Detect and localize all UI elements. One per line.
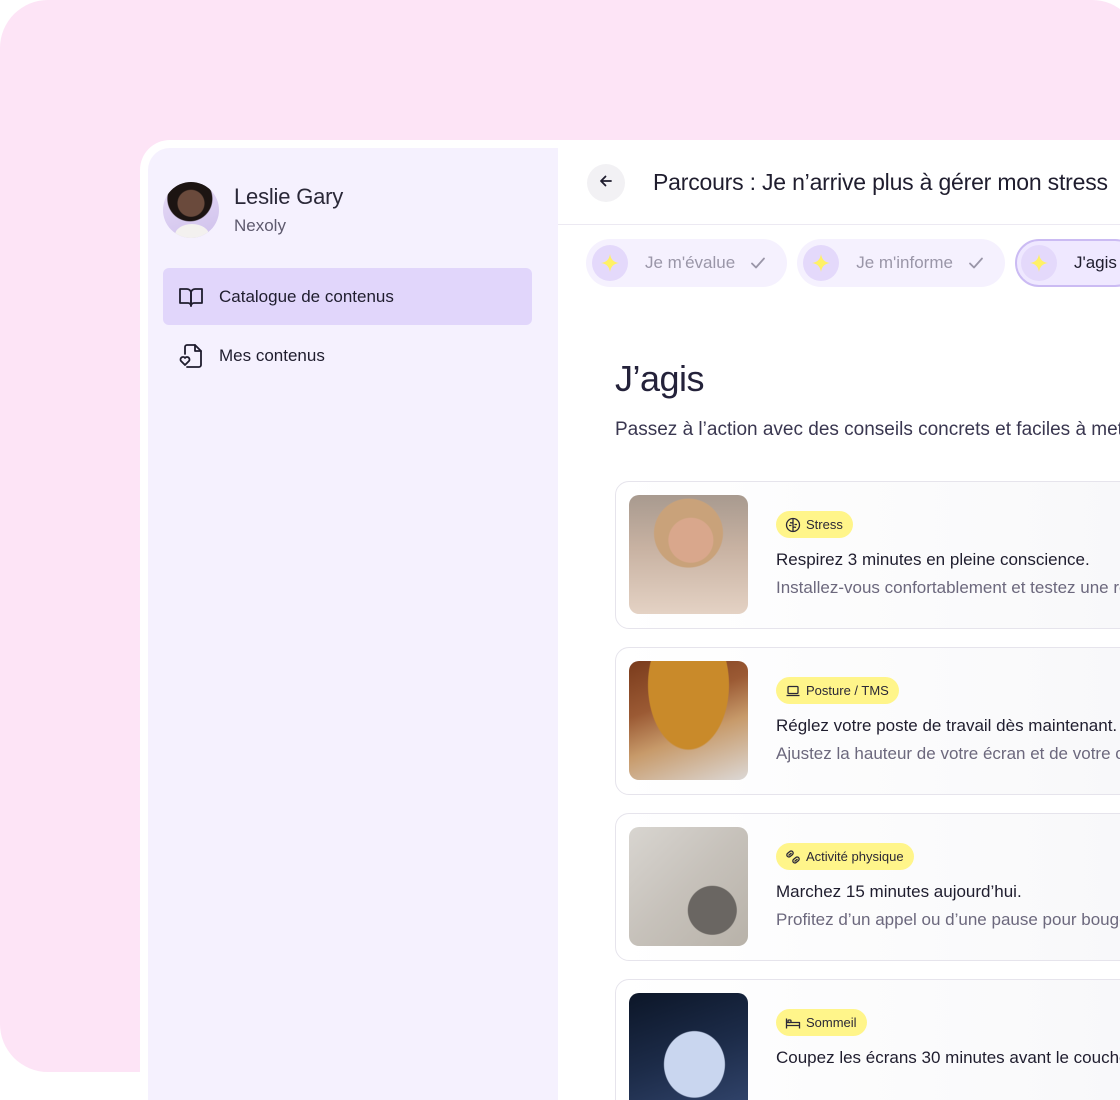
card-title: Respirez 3 minutes en pleine conscience. — [776, 550, 1090, 569]
card-description: Profitez d’un appel ou d’une pause pour … — [776, 910, 1120, 929]
content-card[interactable]: Stress Respirez 3 minutes en pleine cons… — [615, 481, 1120, 629]
sparkle-icon — [803, 245, 840, 281]
file-heart-icon — [177, 342, 205, 370]
tag-label: Posture / TMS — [806, 683, 889, 698]
brain-icon — [785, 517, 801, 533]
bed-icon — [785, 1015, 801, 1031]
sparkle-icon — [592, 245, 628, 281]
step-tabs: Je m'évalue Je m'informe J'agis — [586, 239, 1120, 287]
step-tab-agis[interactable]: J'agis — [1014, 239, 1120, 287]
step-label: Je m'évalue — [645, 253, 736, 272]
page-title: Parcours : Je n’arrive plus à gérer mon … — [653, 169, 1108, 195]
main-content: Parcours : Je n’arrive plus à gérer mon … — [558, 140, 1120, 1100]
step-label: Je m'informe — [856, 253, 953, 272]
header-bar: Parcours : Je n’arrive plus à gérer mon … — [558, 140, 1120, 225]
category-tag: Activité physique — [776, 843, 914, 870]
category-tag: Posture / TMS — [776, 677, 899, 704]
user-organization: Nexoly — [234, 216, 286, 235]
avatar — [163, 182, 219, 238]
check-icon — [967, 254, 985, 272]
content-card[interactable]: Sommeil Coupez les écrans 30 minutes ava… — [615, 979, 1120, 1100]
sidebar-nav: Catalogue de contenus Mes contenus — [163, 268, 532, 386]
card-description: Installez-vous confortablement et testez… — [776, 578, 1120, 597]
sidebar: Leslie Gary Nexoly Catalogue de contenus — [148, 148, 558, 1100]
content-card[interactable]: Posture / TMS Réglez votre poste de trav… — [615, 647, 1120, 795]
section-title: J’agis — [615, 358, 705, 399]
card-title: Réglez votre poste de travail dès mainte… — [776, 716, 1118, 735]
book-open-icon — [177, 283, 205, 311]
step-tab-informe[interactable]: Je m'informe — [797, 239, 1005, 287]
tag-label: Activité physique — [806, 849, 904, 864]
card-title: Coupez les écrans 30 minutes avant le co… — [776, 1048, 1120, 1067]
content-list: Stress Respirez 3 minutes en pleine cons… — [615, 481, 1120, 1100]
card-thumbnail — [629, 495, 748, 614]
user-name: Leslie Gary — [234, 184, 344, 209]
laptop-icon — [785, 683, 801, 699]
sidebar-item-label: Mes contenus — [219, 345, 325, 365]
card-thumbnail — [629, 993, 748, 1100]
card-title: Marchez 15 minutes aujourd’hui. — [776, 882, 1022, 901]
tag-label: Stress — [806, 517, 843, 532]
user-profile[interactable]: Leslie Gary Nexoly — [163, 182, 343, 238]
content-card[interactable]: Activité physique Marchez 15 minutes auj… — [615, 813, 1120, 961]
step-label: J'agis — [1073, 253, 1117, 272]
sidebar-item-label: Catalogue de contenus — [219, 286, 394, 306]
app-window: Leslie Gary Nexoly Catalogue de contenus — [140, 140, 1120, 1100]
sidebar-item-mes-contenus[interactable]: Mes contenus — [163, 327, 532, 384]
back-button[interactable] — [587, 164, 625, 202]
category-tag: Sommeil — [776, 1009, 867, 1036]
card-thumbnail — [629, 827, 748, 946]
section-description: Passez à l’action avec des conseils conc… — [615, 419, 1120, 440]
card-thumbnail — [629, 661, 748, 780]
tag-label: Sommeil — [806, 1015, 857, 1030]
arrow-left-icon — [598, 173, 614, 194]
card-description: Ajustez la hauteur de votre écran et de … — [776, 744, 1120, 763]
check-icon — [749, 254, 767, 272]
category-tag: Stress — [776, 511, 853, 538]
step-tab-evalue[interactable]: Je m'évalue — [586, 239, 788, 287]
pills-icon — [785, 849, 801, 865]
sidebar-item-catalogue[interactable]: Catalogue de contenus — [163, 268, 532, 325]
sparkle-icon — [1020, 245, 1057, 281]
